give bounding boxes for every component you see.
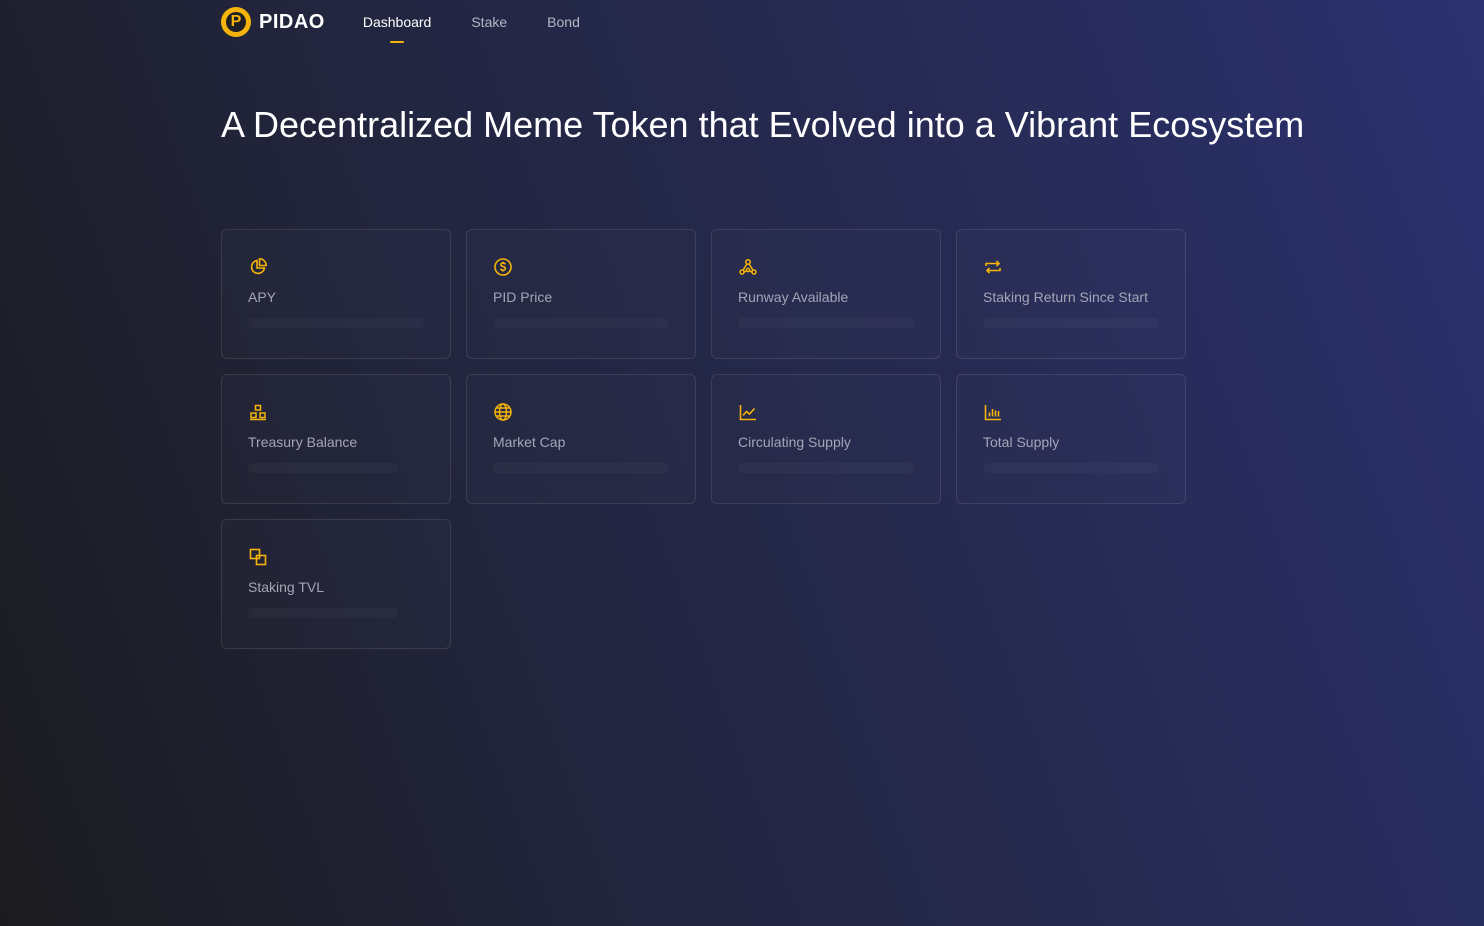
top-nav: P PIDAO Dashboard Stake Bond: [221, 0, 580, 44]
globe-icon: [493, 402, 513, 422]
card-label: Circulating Supply: [738, 434, 851, 450]
nav-stake[interactable]: Stake: [471, 10, 507, 34]
card-label: Market Cap: [493, 434, 566, 450]
card-apy: APY: [221, 229, 451, 359]
hero-title: A Decentralized Meme Token that Evolved …: [221, 104, 1305, 145]
card-label: Runway Available: [738, 289, 849, 305]
loading-placeholder: [493, 318, 669, 328]
line-chart-icon: [738, 402, 758, 422]
card-runway: Runway Available: [711, 229, 941, 359]
loading-placeholder: [738, 463, 914, 473]
pie-chart-icon: [248, 257, 268, 277]
card-staking-tvl: Staking TVL: [221, 519, 451, 649]
loading-placeholder: [248, 608, 398, 618]
network-nodes-icon: [738, 257, 758, 277]
card-label: APY: [248, 289, 277, 305]
dollar-coin-icon: [493, 257, 513, 277]
overlap-squares-icon: [248, 547, 268, 567]
card-label: Staking Return Since Start: [983, 289, 1148, 305]
card-circulating-supply: Circulating Supply: [711, 374, 941, 504]
card-label: Total Supply: [983, 434, 1060, 450]
loading-placeholder: [248, 318, 424, 328]
card-treasury-balance: Treasury Balance: [221, 374, 451, 504]
loading-placeholder: [248, 463, 398, 473]
loading-placeholder: [738, 318, 914, 328]
card-total-supply: Total Supply: [956, 374, 1186, 504]
nav-dashboard[interactable]: Dashboard: [363, 10, 431, 43]
card-label: Treasury Balance: [248, 434, 358, 450]
card-label: PID Price: [493, 289, 553, 305]
repeat-icon: [983, 257, 1003, 277]
logo-letter: P: [230, 13, 242, 30]
stacked-blocks-icon: [248, 402, 268, 422]
brand-name: PIDAO: [259, 10, 325, 33]
nav-links: Dashboard Stake Bond: [363, 10, 580, 43]
loading-placeholder: [493, 463, 669, 473]
stats-grid: APY PID Price Runway Available Staking R…: [221, 229, 1186, 649]
card-market-cap: Market Cap: [466, 374, 696, 504]
card-label: Staking TVL: [248, 579, 325, 595]
bar-chart-icon: [983, 402, 1003, 422]
brand-logo[interactable]: P PIDAO: [221, 7, 325, 37]
card-staking-return: Staking Return Since Start: [956, 229, 1186, 359]
loading-placeholder: [983, 318, 1159, 328]
nav-bond[interactable]: Bond: [547, 10, 580, 34]
loading-placeholder: [983, 463, 1159, 473]
card-pid-price: PID Price: [466, 229, 696, 359]
pidao-logo-icon: P: [221, 7, 251, 37]
